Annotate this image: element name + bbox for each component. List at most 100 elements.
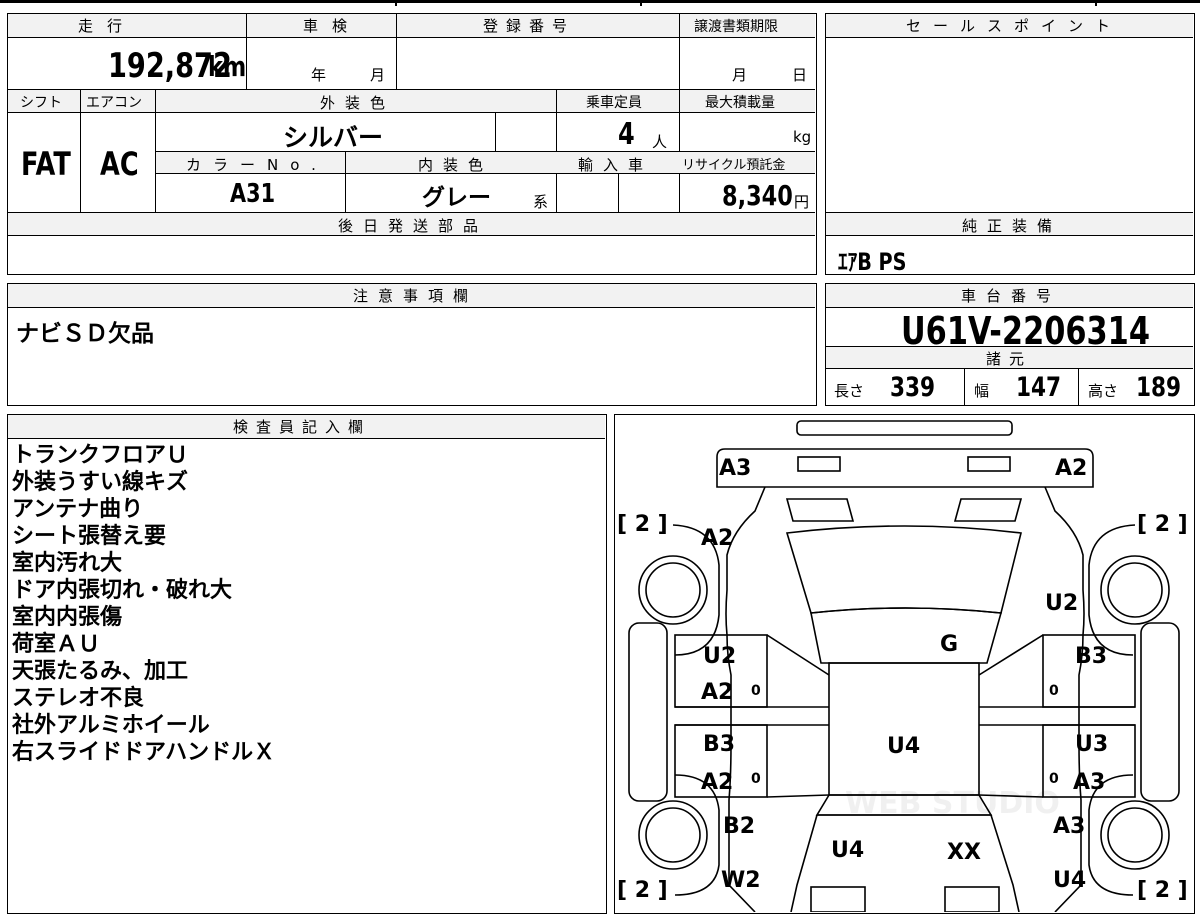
inspection-label: 車検: [303, 17, 362, 35]
damage-diagram-box: WEB STUDIO [ 2 ] [ 2 ] [ 2 ] [ 2 ] A3 A2…: [614, 414, 1195, 914]
aircon-value: AC: [100, 145, 139, 183]
length-label: 長さ: [834, 382, 865, 400]
transfer-month-unit: 月: [732, 66, 748, 84]
inspection-month-unit: 月: [370, 66, 386, 84]
divider: [679, 14, 680, 89]
inspector-note: 右スライドドアハンドルＸ: [12, 740, 276, 765]
mark-slide-door-left-2: A2: [701, 680, 733, 705]
divider: [964, 369, 965, 405]
max-load-label: 最大積載量: [705, 95, 775, 111]
body-outline-shape: [725, 486, 1085, 912]
color-no-value: A31: [230, 179, 276, 209]
caution-box: 注意事項欄 ナビＳＤ欠品: [7, 283, 817, 406]
transfer-day-unit: 日: [792, 66, 808, 84]
rear-bumper-shape: [716, 448, 1094, 488]
caution-value: ナビＳＤ欠品: [16, 321, 154, 347]
color-no-label: カラーNo.: [186, 156, 328, 174]
capacity-label: 乗車定員: [586, 95, 642, 111]
mark-front-door-right-2: A3: [1073, 770, 1105, 795]
interior-color-suffix: 系: [533, 193, 549, 211]
divider: [495, 113, 496, 151]
tail-lamp-right-shape: [967, 456, 1011, 472]
inspector-note: 天張たるみ、加工: [12, 659, 189, 684]
mark-rear-left: A3: [719, 456, 751, 481]
top-strip-divider: [1095, 0, 1097, 6]
inspector-note: 社外アルミホイール: [12, 713, 210, 738]
mark-rear-right: A2: [1055, 456, 1087, 481]
recycle-unit: 円: [794, 193, 810, 211]
mark-slide-door-right-1: B3: [1075, 644, 1107, 669]
tire-top-left: [ 2 ]: [617, 512, 668, 537]
mark-front-fender-left: B2: [723, 814, 755, 839]
inspector-note: ドア内張切れ・破れ大: [12, 578, 233, 603]
vehicle-info-table: 走行 車検 登録番号 譲渡書類期限 192,872 km 年 月 月 日 シフト…: [7, 13, 817, 275]
mark-hood-right: XX: [947, 840, 981, 865]
mark-front-fender-right: A3: [1053, 814, 1085, 839]
width-value: 147: [1016, 372, 1062, 403]
shift-value: FAT: [21, 145, 71, 183]
mark-rear-glass: G: [940, 632, 958, 657]
divider: [1078, 369, 1079, 405]
mileage-label: 走行: [78, 17, 137, 35]
height-label: 高さ: [1088, 382, 1119, 400]
aircon-label: エアコン: [86, 95, 142, 111]
divider: [345, 152, 346, 212]
roof-shape: [810, 607, 1003, 664]
cabin-shape: [828, 662, 980, 796]
chassis-label: 車台番号: [961, 287, 1062, 305]
registration-label: 登録番号: [483, 17, 576, 35]
divider: [80, 90, 81, 212]
wheel-rear-right-shape: [1100, 555, 1170, 625]
rear-spoiler-shape: [796, 420, 1013, 436]
top-strip-divider: [640, 0, 642, 6]
wheel-front-left-shape: [638, 800, 708, 870]
rear-window-shape: [785, 498, 855, 522]
inspector-note: アンテナ曲り: [12, 497, 144, 522]
mileage-unit: km: [208, 50, 247, 83]
later-parts-label: 後日発送部品: [338, 217, 489, 235]
hood-shape: [790, 814, 1020, 912]
watermark: WEB STUDIO: [845, 786, 1060, 821]
mark-front-bumper-left: W2: [721, 868, 761, 893]
recycle-label: リサイクル預託金: [682, 158, 786, 173]
side-step-right-shape: [1140, 622, 1180, 802]
rear-window-shape: [953, 498, 1023, 522]
mark-slide-door-left-1: U2: [703, 644, 736, 669]
small-mark: 0: [1049, 683, 1059, 699]
mark-roof: U4: [887, 734, 920, 759]
small-mark: 0: [751, 771, 761, 787]
inspector-note: 外装うすい線キズ: [12, 470, 189, 495]
capacity-value: 4: [618, 117, 635, 152]
shift-label: シフト: [20, 95, 62, 111]
inspector-label: 検査員記入欄: [233, 418, 372, 436]
inspector-note: ステレオ不良: [12, 686, 145, 711]
mark-rear-quarter-left: A2: [701, 526, 733, 551]
interior-color-label: 内装色: [418, 156, 494, 174]
sales-point-box: セールスポイント 純正装備 ｴｱB PS: [825, 13, 1195, 276]
wheel-front-right-shape: [1100, 800, 1170, 870]
mark-rear-quarter-right: U2: [1045, 591, 1078, 616]
chassis-box: 車台番号 U61V-2206314 諸元 長さ 339 幅 147 高さ 189: [825, 283, 1195, 406]
interior-color-value: グレー: [422, 185, 491, 211]
width-label: 幅: [974, 382, 990, 400]
inspection-year-unit: 年: [311, 66, 327, 84]
car-diagram: WEB STUDIO [ 2 ] [ 2 ] [ 2 ] [ 2 ] A3 A2…: [617, 420, 1188, 912]
divider: [618, 174, 619, 212]
back-glass-shape: [785, 525, 1022, 614]
transfer-deadline-label: 譲渡書類期限: [694, 19, 778, 35]
inspector-note: 室内汚れ大: [12, 551, 123, 576]
wheel-rear-left-shape: [638, 555, 708, 625]
tire-bottom-left: [ 2 ]: [617, 878, 668, 903]
recycle-value: 8,340: [722, 179, 793, 212]
mark-front-bumper-right: U4: [1053, 868, 1086, 893]
capacity-unit: 人: [652, 133, 668, 151]
side-step-left-shape: [628, 622, 668, 802]
inspector-note: 荷室ＡＵ: [12, 632, 101, 657]
height-value: 189: [1136, 372, 1182, 403]
top-strip-border: [0, 0, 1200, 3]
inspector-note: 室内内張傷: [12, 605, 123, 630]
length-value: 339: [890, 372, 936, 403]
mark-front-door-left-2: A2: [701, 770, 733, 795]
mark-front-door-right-1: U3: [1075, 732, 1108, 757]
tire-bottom-right: [ 2 ]: [1137, 878, 1188, 903]
